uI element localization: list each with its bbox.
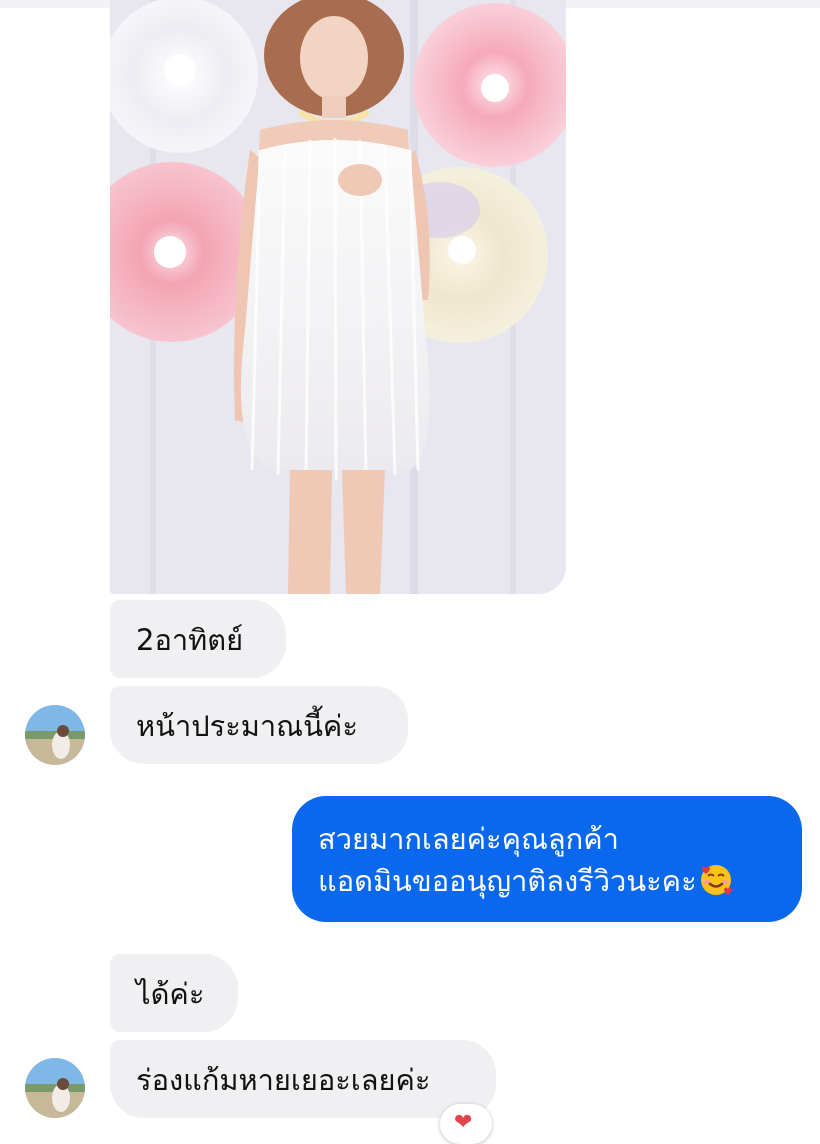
contact-avatar[interactable] bbox=[25, 705, 85, 765]
heart-icon: ❤ bbox=[454, 1110, 473, 1135]
message-bubble-incoming[interactable]: ได้ค่ะ bbox=[110, 954, 238, 1032]
message-bubble-incoming[interactable]: 2อาทิตย์ bbox=[110, 600, 286, 678]
message-bubble-incoming[interactable]: หน้าประมาณนี้ค่ะ bbox=[110, 686, 408, 764]
smiling-face-with-hearts-icon bbox=[700, 865, 732, 895]
avatar-image bbox=[25, 705, 85, 765]
message-bubble-outgoing[interactable]: สวยมากเลยค่ะคุณลูกค้า แอดมินขออนุญาติลงร… bbox=[292, 796, 802, 922]
message-text: 2อาทิตย์ bbox=[136, 623, 244, 657]
message-text-line-1: สวยมากเลยค่ะคุณลูกค้า bbox=[318, 822, 619, 856]
reaction-badge[interactable]: ❤ bbox=[440, 1104, 492, 1144]
photo-illustration bbox=[110, 0, 566, 594]
message-text-line-2: แอดมินขออนุญาติลงรีวิวนะคะ bbox=[318, 864, 697, 898]
avatar-image bbox=[25, 1058, 85, 1118]
message-text: หน้าประมาณนี้ค่ะ bbox=[136, 709, 358, 743]
message-text: ได้ค่ะ bbox=[136, 977, 205, 1011]
message-bubble-incoming[interactable]: ร่องแก้มหายเยอะเลยค่ะ bbox=[110, 1040, 496, 1118]
message-text: ร่องแก้มหายเยอะเลยค่ะ bbox=[136, 1063, 431, 1097]
shared-photo[interactable] bbox=[110, 0, 566, 594]
contact-avatar[interactable] bbox=[25, 1058, 85, 1118]
